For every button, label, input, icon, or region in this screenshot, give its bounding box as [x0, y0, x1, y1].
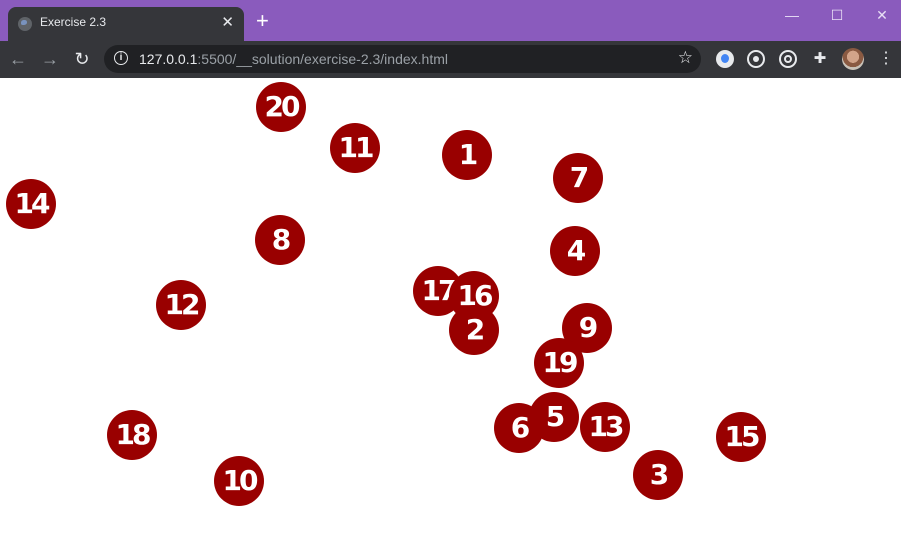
- ball-18: 18: [107, 410, 157, 460]
- reload-icon[interactable]: ↻: [72, 49, 92, 69]
- ball-15: 15: [716, 412, 766, 462]
- globe-icon: [18, 17, 32, 31]
- react-devtools-icon[interactable]: [747, 50, 765, 68]
- ball-5: 5: [529, 392, 579, 442]
- extensions-puzzle-icon[interactable]: ✚: [811, 50, 829, 68]
- bookmark-star-icon[interactable]: ☆: [678, 48, 693, 68]
- browser-toolbar: ← → ↻ i 127.0.0.1:5500/__solution/exerci…: [0, 41, 901, 78]
- ball-13: 13: [580, 402, 630, 452]
- menu-icon[interactable]: ⋮: [878, 49, 894, 69]
- back-arrow-icon[interactable]: ←: [8, 49, 28, 69]
- ball-7: 7: [553, 153, 603, 203]
- page-content: 20 11 1 7 14 8 4 12 9 17 16 2 19 18 10 6 5 13 3 15: [0, 78, 901, 541]
- site-info-icon[interactable]: i: [114, 51, 128, 65]
- new-tab-button[interactable]: +: [256, 10, 269, 32]
- extension-icon-1[interactable]: [716, 50, 734, 68]
- ball-14: 14: [6, 179, 56, 229]
- url-path: :5500/__solution/exercise-2.3/index.html: [197, 51, 448, 67]
- url-text[interactable]: 127.0.0.1:5500/__solution/exercise-2.3/i…: [139, 51, 448, 67]
- profile-avatar[interactable]: [842, 48, 864, 70]
- url-host: 127.0.0.1: [139, 51, 198, 67]
- ball-8: 8: [255, 215, 305, 265]
- tab-title: Exercise 2.3: [40, 15, 107, 29]
- tab-close-icon[interactable]: ✕: [221, 13, 234, 33]
- browser-tab[interactable]: Exercise 2.3 ✕: [8, 7, 244, 41]
- ball-20: 20: [256, 82, 306, 132]
- forward-arrow-icon[interactable]: →: [40, 49, 60, 69]
- ball-3: 3: [633, 450, 683, 500]
- maximize-button[interactable]: ☐: [825, 6, 849, 24]
- ball-4: 4: [550, 226, 600, 276]
- ball-11: 11: [330, 123, 380, 173]
- close-window-button[interactable]: ✕: [870, 6, 894, 24]
- title-bar: Exercise 2.3 ✕ + — ☐ ✕: [0, 0, 901, 41]
- minimize-button[interactable]: —: [780, 6, 804, 24]
- extension-target-icon[interactable]: [779, 50, 797, 68]
- ball-19: 19: [534, 338, 584, 388]
- ball-12: 12: [156, 280, 206, 330]
- address-bar[interactable]: i 127.0.0.1:5500/__solution/exercise-2.3…: [104, 45, 701, 73]
- ball-1: 1: [442, 130, 492, 180]
- ball-10: 10: [214, 456, 264, 506]
- ball-2: 2: [449, 305, 499, 355]
